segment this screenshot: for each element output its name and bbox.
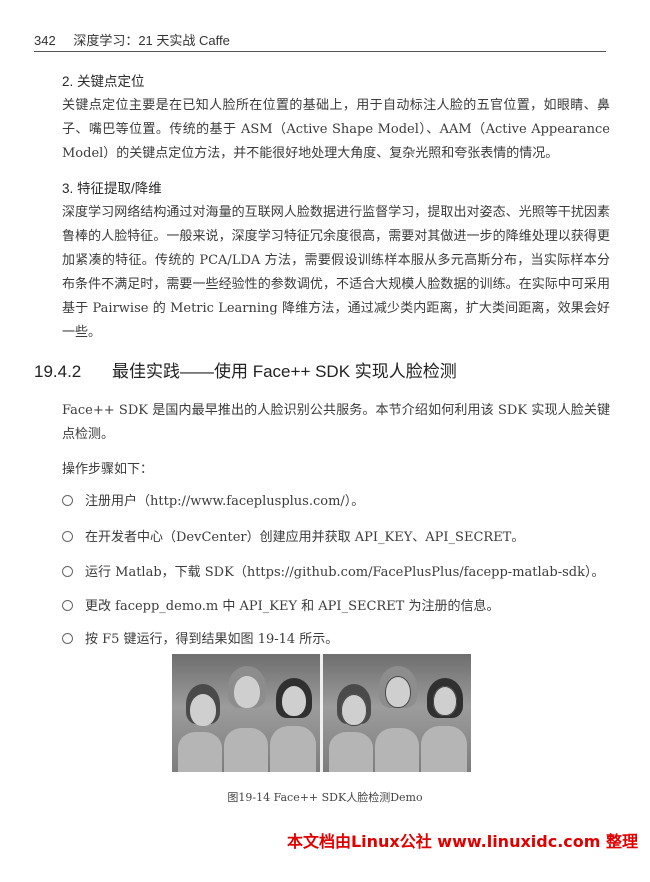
step-item: 运行 Matlab，下载 SDK（https://github.com/Face… bbox=[62, 561, 605, 580]
section-title-keypoint: 2. 关键点定位 bbox=[62, 74, 145, 89]
section-title-feature: 3. 特征提取/降维 bbox=[62, 181, 162, 196]
page-number: 342 bbox=[34, 33, 56, 48]
paragraph-keypoint: 关键点定位主要是在已知人脸所在位置的基础上，用于自动标注人脸的五官位置，如眼睛、… bbox=[62, 94, 610, 166]
bullet-circle-icon bbox=[62, 566, 73, 577]
section-heading-19-4-2: 19.4.2 最佳实践——使用 Face++ SDK 实现人脸检测 bbox=[34, 357, 457, 382]
step-item: 注册用户（http://www.faceplusplus.com/）。 bbox=[62, 490, 364, 509]
step-item: 按 F5 键运行，得到结果如图 19-14 所示。 bbox=[62, 628, 338, 647]
photo-with-landmarks bbox=[323, 654, 471, 772]
bullet-circle-icon bbox=[62, 600, 73, 611]
paragraph-feature: 深度学习网络结构通过对海量的互联网人脸数据进行监督学习，提取出对姿态、光照等干扰… bbox=[62, 201, 610, 345]
paragraph-intro-text: Face++ SDK 是国内最早推出的人脸识别公共服务。本节介绍如何利用该 SD… bbox=[62, 403, 610, 442]
watermark: 本文档由Linux公社 www.linuxidc.com 整理 bbox=[286, 832, 638, 851]
bullet-circle-icon bbox=[62, 495, 73, 506]
section-heading-title: 最佳实践——使用 Face++ SDK 实现人脸检测 bbox=[112, 362, 457, 381]
book-title: 深度学习：21 天实战 Caffe bbox=[73, 33, 230, 48]
header-rule bbox=[34, 51, 606, 52]
section-number: 19.4.2 bbox=[34, 362, 82, 381]
step-item: 更改 facepp_demo.m 中 API_KEY 和 API_SECRET … bbox=[62, 595, 500, 614]
bullet-circle-icon bbox=[62, 531, 73, 542]
figure-face-detection-demo bbox=[172, 654, 471, 772]
paragraph-feature-text: 深度学习网络结构通过对海量的互联网人脸数据进行监督学习，提取出对姿态、光照等干扰… bbox=[62, 205, 610, 340]
figure-caption: 图19-14 Face++ SDK人脸检测Demo bbox=[227, 791, 423, 804]
paragraph-keypoint-text: 关键点定位主要是在已知人脸所在位置的基础上，用于自动标注人脸的五官位置，如眼睛、… bbox=[62, 98, 610, 161]
step-item: 在开发者中心（DevCenter）创建应用并获取 API_KEY、API_SEC… bbox=[62, 526, 524, 545]
bullet-circle-icon bbox=[62, 633, 73, 644]
paragraph-intro: Face++ SDK 是国内最早推出的人脸识别公共服务。本节介绍如何利用该 SD… bbox=[62, 399, 610, 447]
photo-original bbox=[172, 654, 320, 772]
steps-label: 操作步骤如下： bbox=[62, 462, 154, 477]
page-header: 342 深度学习：21 天实战 Caffe bbox=[34, 30, 230, 49]
